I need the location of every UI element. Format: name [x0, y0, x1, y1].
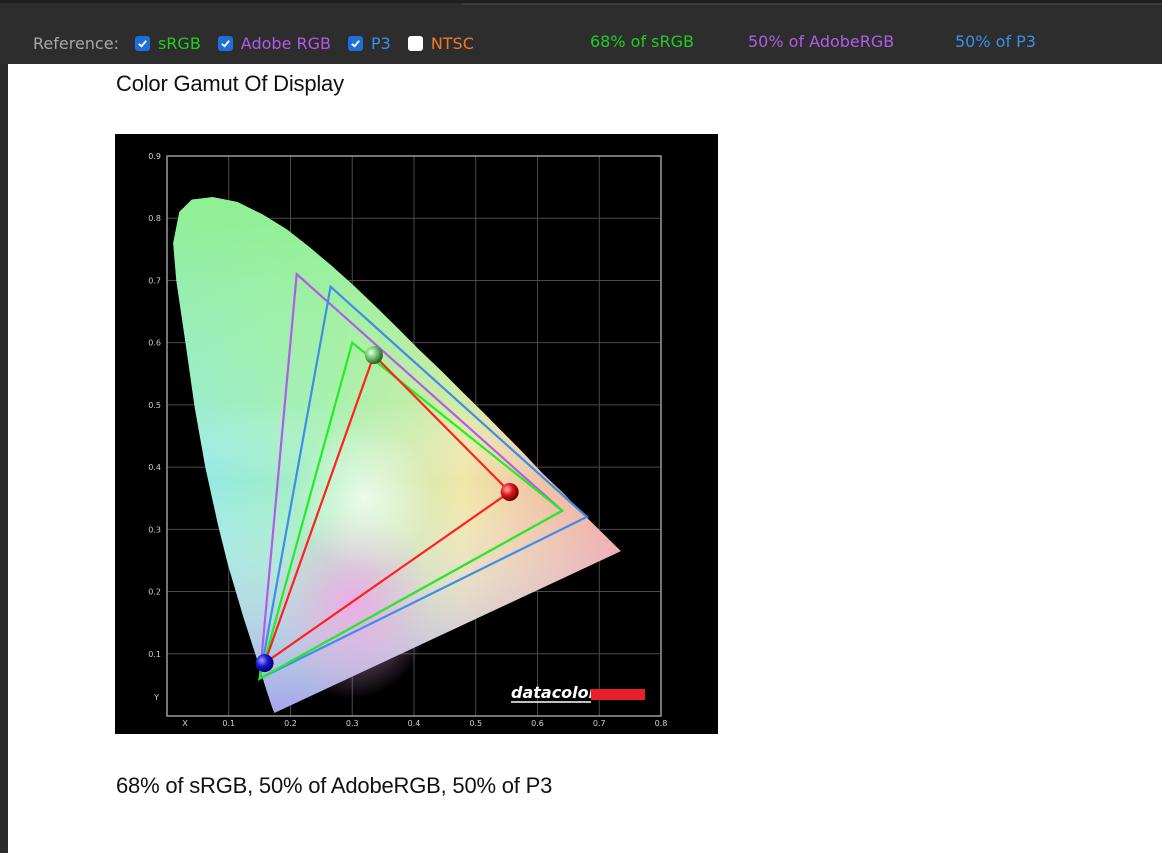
locus-white-point-glow: [294, 423, 435, 574]
gamut-summary: 68% of sRGB, 50% of AdobeRGB, 50% of P3: [116, 773, 553, 798]
gamut-chart-svg: 0.1 0.2 0.3 0.4 0.5 0.6 0.7 0.8 0.1 0.2 0.3 0.4 0.5 0…: [148, 152, 668, 728]
report-page: Color Gamut Of Display 0.1 0.2 0.3 0.4 0…: [8, 64, 1162, 853]
datacolor-logo: datacolor: [511, 683, 645, 703]
blue-primary-marker: [255, 654, 274, 673]
y-tick-label: 0.2: [148, 588, 161, 597]
x-tick-label: 0.7: [593, 719, 606, 728]
y-tick-label: 0.1: [148, 650, 161, 659]
x-tick-label: 0.3: [346, 719, 359, 728]
green-primary-marker: [364, 346, 383, 365]
reference-label: Reference:: [33, 33, 119, 53]
y-tick-label: 0.9: [148, 152, 161, 161]
reference-options: Reference: sRGB Adobe RGB P3 NTSC: [33, 30, 491, 56]
x-tick-label: 0.6: [531, 719, 544, 728]
p3-checkbox[interactable]: [347, 35, 363, 51]
red-primary-marker: [500, 483, 519, 501]
y-tick-label: 0.7: [148, 276, 161, 285]
srgb-label[interactable]: sRGB: [158, 34, 201, 53]
p3-label[interactable]: P3: [371, 34, 391, 53]
spectral-locus: [173, 197, 621, 713]
y-tick-label: 0.8: [148, 214, 161, 223]
y-tick-label: 0.6: [148, 339, 161, 348]
adobe-rgb-checkbox[interactable]: [217, 35, 233, 51]
gamut-chart: 0.1 0.2 0.3 0.4 0.5 0.6 0.7 0.8 0.1 0.2 0.3 0.4 0.5 0…: [115, 134, 718, 734]
srgb-checkbox[interactable]: [134, 35, 150, 51]
tab-strip: [462, 3, 1162, 5]
svg-text:datacolor: datacolor: [511, 683, 598, 702]
adobe-rgb-label[interactable]: Adobe RGB: [241, 34, 331, 53]
y-tick-label: 0.4: [148, 463, 161, 472]
x-axis-label: X: [182, 719, 188, 728]
x-tick-label: 0.5: [469, 719, 482, 728]
x-tick-label: 0.8: [655, 719, 668, 728]
srgb-coverage: 68% of sRGB: [590, 32, 694, 51]
adobe-rgb-coverage: 50% of AdobeRGB: [748, 32, 895, 51]
y-tick-label: 0.3: [148, 525, 161, 534]
p3-coverage: 50% of P3: [955, 32, 1036, 51]
reference-toolbar: Reference: sRGB Adobe RGB P3 NTSC 68% of…: [0, 0, 1162, 64]
x-tick-label: 0.4: [408, 719, 421, 728]
y-tick-label: 0.5: [148, 401, 161, 410]
x-tick-label: 0.1: [222, 719, 235, 728]
ntsc-checkbox[interactable]: [407, 35, 423, 51]
ntsc-label[interactable]: NTSC: [431, 34, 474, 53]
page-title: Color Gamut Of Display: [116, 71, 344, 96]
y-axis-label: Y: [153, 693, 159, 702]
x-tick-label: 0.2: [284, 719, 297, 728]
